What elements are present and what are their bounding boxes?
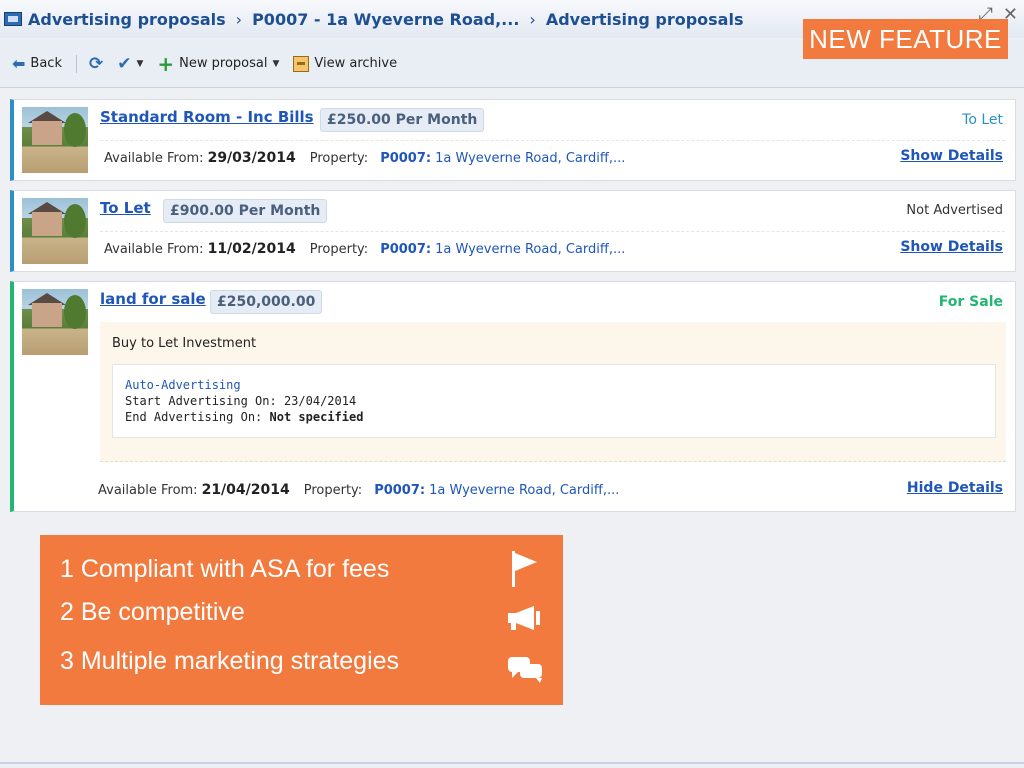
view-archive-label: View archive — [314, 56, 398, 71]
property-label: Property: — [303, 482, 363, 498]
show-details-link[interactable]: Show Details — [900, 148, 1003, 164]
proposal-card-expanded: land for sale £250,000.00 For Sale Buy t… — [10, 281, 1016, 512]
back-button-label: Back — [30, 56, 62, 71]
price-badge: £900.00 Per Month — [163, 199, 328, 223]
callout-item: 3 Multiple marketing strategies — [60, 647, 400, 675]
card-meta: Available From: 11/02/2014 Property: P00… — [104, 241, 625, 257]
bottom-border — [0, 762, 1024, 764]
megaphone-icon — [508, 605, 542, 636]
new-proposal-button[interactable]: + New proposal ▼ — [157, 54, 279, 74]
approve-dropdown-button[interactable]: ✔ ▼ — [117, 54, 143, 74]
price-badge: £250,000.00 — [210, 290, 323, 314]
refresh-button[interactable]: ⟳ — [89, 54, 103, 74]
end-advertising-value: Not specified — [269, 410, 364, 424]
breadcrumb-separator: › — [235, 9, 243, 29]
chevron-down-icon: ▼ — [136, 58, 144, 69]
back-button[interactable]: ⬅ Back — [12, 54, 62, 73]
callout-item: 2 Be competitive — [60, 598, 245, 626]
toolbar-divider — [75, 54, 77, 73]
end-advertising-label: End Advertising On: — [125, 410, 263, 424]
new-proposal-label: New proposal — [179, 56, 268, 71]
proposal-title-link[interactable]: land for sale — [100, 290, 206, 308]
breadcrumb-advertising-proposals[interactable]: Advertising proposals — [28, 10, 226, 29]
card-meta: Available From: 21/04/2014 Property: P00… — [98, 482, 619, 498]
available-label: Available From: — [98, 482, 198, 498]
chat-icon — [508, 655, 544, 688]
app-icon — [4, 12, 22, 26]
status-badge: For Sale — [938, 294, 1003, 310]
property-code-link[interactable]: P0007: — [380, 242, 431, 257]
new-feature-banner: NEW FEATURE — [803, 19, 1008, 59]
status-badge: Not Advertised — [906, 203, 1003, 218]
plus-icon: + — [157, 51, 175, 76]
proposal-card: Standard Room - Inc Bills £250.00 Per Mo… — [10, 99, 1016, 181]
breadcrumb-property[interactable]: P0007 - 1a Wyeverne Road,... — [252, 10, 519, 29]
callout-item: 1 Compliant with ASA for fees — [60, 555, 390, 583]
proposal-card: To Let £900.00 Per Month Not Advertised … — [10, 190, 1016, 272]
breadcrumb-current: Advertising proposals — [545, 9, 744, 29]
show-details-link[interactable]: Show Details — [900, 239, 1003, 255]
breadcrumb-separator: › — [529, 9, 536, 29]
checkmark-icon: ✔ — [117, 53, 132, 74]
archive-icon — [293, 55, 310, 72]
property-address-link[interactable]: 1a Wyeverne Road, Cardiff,... — [435, 242, 625, 257]
proposal-description: Buy to Let Investment — [112, 336, 257, 351]
property-thumbnail[interactable] — [22, 107, 88, 173]
property-address-link[interactable]: 1a Wyeverne Road, Cardiff,... — [435, 151, 625, 166]
details-panel: Buy to Let Investment Auto-Advertising S… — [100, 322, 1006, 462]
available-date: 29/03/2014 — [207, 150, 296, 166]
proposal-title-link[interactable]: Standard Room - Inc Bills — [100, 108, 314, 126]
available-label: Available From: — [104, 150, 204, 166]
refresh-icon: ⟳ — [88, 53, 104, 74]
property-label: Property: — [309, 150, 369, 166]
available-date: 21/04/2014 — [201, 482, 290, 498]
chevron-down-icon: ▼ — [272, 58, 280, 69]
available-date: 11/02/2014 — [207, 241, 296, 257]
price-badge: £250.00 Per Month — [320, 108, 485, 132]
start-advertising-label: Start Advertising On: — [125, 394, 277, 408]
status-badge: To Let — [962, 112, 1003, 128]
view-archive-button[interactable]: View archive — [293, 55, 398, 72]
property-address-link[interactable]: 1a Wyeverne Road, Cardiff,... — [429, 483, 619, 498]
property-code-link[interactable]: P0007: — [374, 483, 425, 498]
auto-advertising-box: Auto-Advertising Start Advertising On: 2… — [112, 364, 996, 438]
feature-callout: 1 Compliant with ASA for fees 2 Be compe… — [40, 535, 563, 705]
property-thumbnail[interactable] — [22, 198, 88, 264]
proposal-title-link[interactable]: To Let — [100, 199, 151, 217]
card-divider — [100, 140, 1005, 141]
card-meta: Available From: 29/03/2014 Property: P00… — [104, 150, 625, 166]
card-divider — [100, 231, 1005, 232]
start-advertising-value: 23/04/2014 — [283, 394, 357, 408]
auto-advertising-heading: Auto-Advertising — [125, 378, 241, 392]
property-thumbnail[interactable] — [22, 289, 88, 355]
property-code-link[interactable]: P0007: — [380, 151, 431, 166]
available-label: Available From: — [104, 241, 204, 257]
back-arrow-icon: ⬅ — [12, 54, 26, 73]
hide-details-link[interactable]: Hide Details — [907, 480, 1003, 496]
property-label: Property: — [309, 241, 369, 257]
